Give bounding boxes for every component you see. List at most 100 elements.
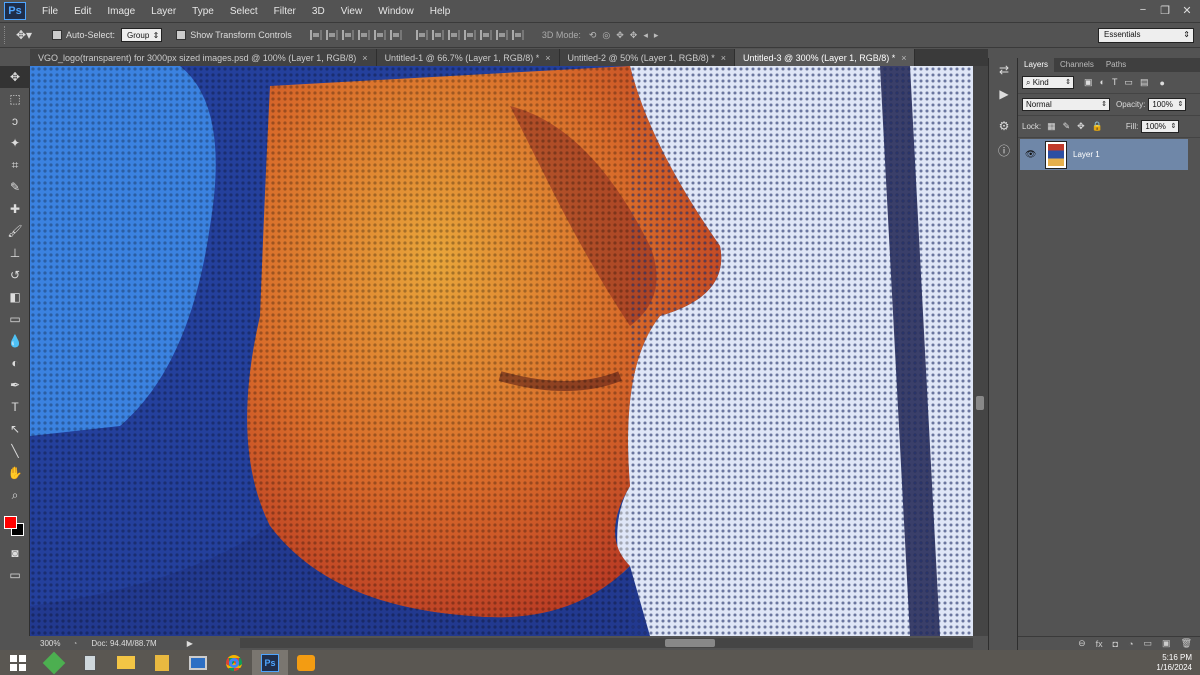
move-tool-preset-icon[interactable]: ✥▾	[10, 24, 38, 46]
media-app-icon[interactable]	[288, 650, 324, 675]
eyedropper-icon[interactable]: ✎	[0, 176, 30, 198]
close-tab-icon[interactable]: ×	[901, 53, 906, 63]
vertical-scroll-thumb[interactable]	[976, 396, 984, 410]
document-tab[interactable]: Untitled-2 @ 50% (Layer 1, RGB/8) * ×	[559, 49, 735, 66]
fill-field[interactable]: 100%	[1141, 120, 1180, 133]
delete-layer-icon[interactable]: 🗑	[1181, 638, 1192, 649]
chrome-icon[interactable]	[216, 650, 252, 675]
opacity-field[interactable]: 100%	[1148, 98, 1187, 111]
status-info-icon[interactable]: ◔	[72, 639, 77, 648]
auto-select-dropdown[interactable]: Group	[121, 28, 163, 42]
align-vcenter-icon[interactable]	[325, 30, 338, 40]
system-clock[interactable]: 5:16 PM 1/16/2024	[1156, 653, 1192, 673]
marquee-icon[interactable]: ⬚	[0, 88, 30, 110]
distribute-left-icon[interactable]	[463, 30, 476, 40]
layer-row[interactable]: 👁 Layer 1	[1020, 139, 1188, 170]
calculator-icon[interactable]	[72, 650, 108, 675]
close-tab-icon[interactable]: ×	[721, 53, 726, 63]
clone-stamp-icon[interactable]: ⊥	[0, 242, 30, 264]
vertical-scrollbar[interactable]	[973, 66, 988, 636]
line-icon[interactable]: ╲	[0, 440, 30, 462]
history-panel-icon[interactable]: ⇄	[989, 58, 1019, 82]
filter-icons[interactable]: ▣◐T▭▤	[1084, 77, 1155, 88]
workspace-dropdown[interactable]: Essentials	[1098, 28, 1194, 43]
distribute-vcenter-icon[interactable]	[431, 30, 444, 40]
gradient-icon[interactable]: ▭	[0, 308, 30, 330]
adjustment-layer-icon[interactable]: ◔	[1128, 639, 1133, 649]
photoshop-taskbar-icon[interactable]: Ps	[252, 650, 288, 675]
distribute-hcenter-icon[interactable]	[479, 30, 492, 40]
type-icon[interactable]: T	[0, 396, 30, 418]
zoom-icon[interactable]: ⌕	[0, 484, 30, 506]
new-group-icon[interactable]: ▭	[1144, 638, 1153, 649]
screen-mode-icon[interactable]: ▭	[0, 564, 30, 586]
filter-toggle-icon[interactable]: ●	[1159, 78, 1164, 88]
brush-icon[interactable]: 🖌	[0, 220, 30, 242]
blur-icon[interactable]: 💧	[0, 330, 30, 352]
blend-mode-dropdown[interactable]: Normal	[1022, 98, 1110, 111]
app-launcher-icon[interactable]	[36, 650, 72, 675]
document-tab[interactable]: Untitled-1 @ 66.7% (Layer 1, RGB/8) * ×	[376, 49, 560, 66]
close-tab-icon[interactable]: ×	[545, 53, 550, 63]
eraser-icon[interactable]: ◧	[0, 286, 30, 308]
menu-help[interactable]: Help	[422, 6, 459, 17]
hand-icon[interactable]: ✋	[0, 462, 30, 484]
menu-select[interactable]: Select	[222, 6, 266, 17]
healing-brush-icon[interactable]: ✚	[0, 198, 30, 220]
info-panel-icon[interactable]: ⓘ	[989, 138, 1019, 162]
network-app-icon[interactable]	[180, 650, 216, 675]
minimize-button[interactable]: −	[1134, 3, 1152, 17]
close-tab-icon[interactable]: ×	[362, 53, 367, 63]
dodge-icon[interactable]: ◐	[0, 352, 30, 374]
link-layers-icon[interactable]: ⊖	[1078, 638, 1086, 649]
folder-icon[interactable]	[144, 650, 180, 675]
close-button[interactable]: ✕	[1178, 3, 1196, 17]
crop-icon[interactable]: ⌗	[0, 154, 30, 176]
align-bottom-icon[interactable]	[341, 30, 354, 40]
3d-mode-icons[interactable]: ⟲◎✥✥◂▸	[589, 30, 665, 41]
kind-filter-dropdown[interactable]: ⌕ Kind	[1022, 76, 1074, 89]
path-selection-icon[interactable]: ↖	[0, 418, 30, 440]
menu-view[interactable]: View	[333, 6, 371, 17]
auto-select-checkbox[interactable]	[52, 30, 62, 40]
pen-icon[interactable]: ✒	[0, 374, 30, 396]
add-mask-icon[interactable]: ◘	[1113, 639, 1118, 649]
history-brush-icon[interactable]: ↺	[0, 264, 30, 286]
menu-filter[interactable]: Filter	[266, 6, 304, 17]
move-icon[interactable]: ✥	[0, 66, 30, 88]
align-top-icon[interactable]	[309, 30, 322, 40]
align-hcenter-icon[interactable]	[373, 30, 386, 40]
restore-button[interactable]: ❐	[1156, 3, 1174, 17]
show-transform-checkbox[interactable]	[176, 30, 187, 40]
visibility-eye-icon[interactable]: 👁	[1025, 149, 1037, 161]
menu-edit[interactable]: Edit	[66, 6, 99, 17]
document-tab[interactable]: VGO_logo(transparent) for 3000px sized i…	[30, 49, 377, 66]
fx-icon[interactable]: fx	[1096, 639, 1103, 649]
menu-file[interactable]: File	[34, 6, 66, 17]
lasso-icon[interactable]: ↄ	[0, 110, 30, 132]
menu-window[interactable]: Window	[370, 6, 422, 17]
distribute-top-icon[interactable]	[415, 30, 428, 40]
menu-3d[interactable]: 3D	[304, 6, 333, 17]
zoom-level[interactable]: 300%	[40, 639, 60, 648]
align-right-icon[interactable]	[389, 30, 402, 40]
menu-image[interactable]: Image	[99, 6, 143, 17]
new-layer-icon[interactable]: ▣	[1162, 638, 1171, 649]
horizontal-scrollbar[interactable]	[240, 638, 973, 648]
actions-panel-icon[interactable]: ▶	[989, 82, 1019, 106]
document-tab[interactable]: Untitled-3 @ 300% (Layer 1, RGB/8) * ×	[735, 49, 916, 66]
panel-tab-paths[interactable]: Paths	[1100, 58, 1132, 72]
panel-tab-channels[interactable]: Channels	[1054, 58, 1100, 72]
foreground-color[interactable]	[4, 516, 17, 529]
start-button[interactable]	[0, 650, 36, 675]
horizontal-scroll-thumb[interactable]	[665, 639, 715, 647]
file-explorer-icon[interactable]	[108, 650, 144, 675]
document-canvas[interactable]	[30, 66, 973, 636]
distribute-right-icon[interactable]	[495, 30, 508, 40]
lock-icons[interactable]: ▦✎✥🔒	[1047, 121, 1110, 132]
align-left-icon[interactable]	[357, 30, 370, 40]
panel-tab-layers[interactable]: Layers	[1018, 58, 1055, 72]
distribute-bottom-icon[interactable]	[447, 30, 460, 40]
magic-wand-icon[interactable]: ✦	[0, 132, 30, 154]
properties-panel-icon[interactable]: ⚙	[989, 114, 1019, 138]
